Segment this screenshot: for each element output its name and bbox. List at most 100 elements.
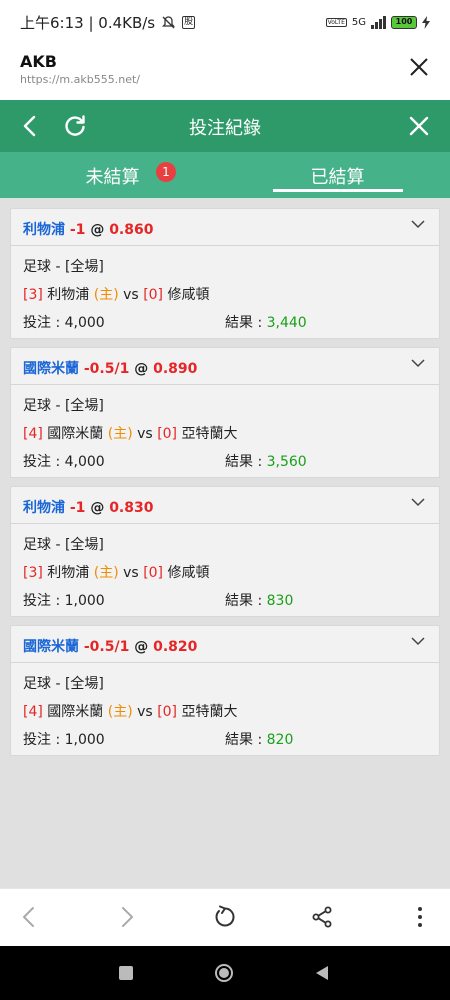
bet-card: 利物浦 -1 @ 0.860 足球 - [全場] [3] 利物浦 (主) vs …	[10, 208, 440, 339]
close-icon[interactable]	[408, 56, 430, 78]
bet-card-body: 足球 - [全場] [3] 利物浦 (主) vs [0] 修咸頓 投注 : 4,…	[11, 246, 439, 350]
recent-apps-icon[interactable]	[116, 963, 136, 983]
status-time-speed: 上午6:13 | 0.4KB/s	[20, 13, 156, 32]
bet-at: @	[90, 500, 105, 516]
bet-handicap: -0.5/1	[83, 361, 130, 377]
bet-sport: 足球 - [全場]	[23, 398, 104, 414]
result-value: 830	[266, 593, 294, 609]
network-type-label: 5G	[351, 16, 366, 28]
tab-unsettled[interactable]: 未結算 1	[0, 152, 225, 198]
away-score: [0]	[143, 565, 164, 581]
bet-match: [3] 利物浦 (主) vs [0] 修咸頓	[23, 284, 427, 312]
home-score: [4]	[23, 704, 43, 720]
home-tag: (主)	[93, 565, 119, 581]
home-icon[interactable]	[214, 963, 234, 983]
bet-handicap: -0.5/1	[83, 639, 130, 655]
away-team: 亞特蘭大	[181, 704, 238, 720]
bet-sport: 足球 - [全場]	[23, 259, 104, 275]
chevron-down-icon[interactable]	[411, 497, 425, 507]
bet-card: 國際米蘭 -0.5/1 @ 0.820 足球 - [全場] [4] 國際米蘭 (…	[10, 625, 440, 756]
tab-settled[interactable]: 已結算	[225, 152, 450, 198]
result-value: 3,560	[266, 454, 307, 470]
bet-match: [3] 利物浦 (主) vs [0] 修咸頓	[23, 562, 427, 590]
bet-match: [4] 國際米蘭 (主) vs [0] 亞特蘭大	[23, 423, 427, 451]
unsettled-count-badge: 1	[156, 162, 176, 182]
site-title: AKB	[20, 52, 57, 71]
chevron-down-icon[interactable]	[411, 636, 425, 646]
bet-card-header[interactable]: 國際米蘭 -0.5/1 @ 0.820	[11, 626, 439, 663]
result-label: 結果 :	[225, 315, 263, 331]
stake-label: 投注 :	[23, 315, 61, 331]
home-team: 國際米蘭	[47, 704, 104, 720]
bet-card-body: 足球 - [全場] [4] 國際米蘭 (主) vs [0] 亞特蘭大 投注 : …	[11, 385, 439, 489]
stake-value: 1,000	[64, 732, 105, 748]
home-score: [4]	[23, 426, 43, 442]
signal-icon	[371, 15, 386, 29]
home-team: 利物浦	[47, 565, 90, 581]
bet-card-header[interactable]: 利物浦 -1 @ 0.860	[11, 209, 439, 246]
reload-icon[interactable]	[212, 905, 236, 929]
bet-card-header[interactable]: 國際米蘭 -0.5/1 @ 0.890	[11, 348, 439, 385]
bet-team: 利物浦	[23, 500, 65, 516]
bet-sport: 足球 - [全場]	[23, 537, 104, 553]
stock-icon: 股	[182, 15, 196, 29]
result-value: 820	[266, 732, 294, 748]
chevron-down-icon[interactable]	[411, 219, 425, 229]
bet-amounts: 投注 : 1,000 結果 : 820	[23, 729, 427, 757]
browser-back-icon[interactable]	[18, 905, 42, 929]
browser-bottom-nav	[0, 888, 450, 946]
stake-label: 投注 :	[23, 593, 61, 609]
more-options-icon[interactable]	[408, 905, 432, 929]
home-team: 利物浦	[47, 287, 90, 303]
vs-label: vs	[123, 287, 139, 303]
bet-at: @	[134, 639, 149, 655]
system-back-icon[interactable]	[312, 963, 332, 983]
vs-label: vs	[123, 565, 139, 581]
browser-url-bar: AKB https://m.akb555.net/	[0, 44, 450, 100]
result-label: 結果 :	[225, 593, 263, 609]
close-page-icon[interactable]	[406, 113, 432, 139]
home-tag: (主)	[107, 426, 133, 442]
site-url[interactable]: https://m.akb555.net/	[20, 73, 430, 86]
vs-label: vs	[137, 426, 153, 442]
bet-match: [4] 國際米蘭 (主) vs [0] 亞特蘭大	[23, 701, 427, 729]
page-header: 投注紀錄	[0, 100, 450, 152]
result-value: 3,440	[266, 315, 307, 331]
tab-settled-label: 已結算	[310, 167, 365, 188]
volte-icon: VoLTE	[325, 17, 347, 27]
away-score: [0]	[157, 426, 178, 442]
result-label: 結果 :	[225, 732, 263, 748]
bell-off-icon	[162, 15, 176, 28]
bet-odds: 0.860	[109, 222, 154, 238]
share-icon[interactable]	[310, 905, 334, 929]
stake-value: 1,000	[64, 593, 105, 609]
home-tag: (主)	[107, 704, 133, 720]
status-bar: 上午6:13 | 0.4KB/s 股 VoLTE 5G 100	[0, 0, 450, 44]
away-score: [0]	[157, 704, 178, 720]
bet-odds: 0.890	[153, 361, 198, 377]
bet-handicap: -1	[69, 222, 86, 238]
bet-odds: 0.820	[153, 639, 198, 655]
active-tab-indicator	[273, 189, 403, 192]
browser-forward-icon[interactable]	[114, 905, 138, 929]
stake-label: 投注 :	[23, 454, 61, 470]
home-team: 國際米蘭	[47, 426, 104, 442]
tab-bar: 未結算 1 已結算	[0, 152, 450, 198]
bet-card-header[interactable]: 利物浦 -1 @ 0.830	[11, 487, 439, 524]
bet-sport: 足球 - [全場]	[23, 676, 104, 692]
page-title: 投注紀錄	[189, 118, 261, 139]
bet-team: 利物浦	[23, 222, 65, 238]
battery-icon: 100	[391, 15, 417, 29]
bet-handicap: -1	[69, 500, 86, 516]
away-score: [0]	[143, 287, 164, 303]
bet-team: 國際米蘭	[23, 361, 79, 377]
stake-value: 4,000	[64, 315, 105, 331]
system-nav-bar	[0, 946, 450, 1000]
chevron-down-icon[interactable]	[411, 358, 425, 368]
away-team: 亞特蘭大	[181, 426, 238, 442]
away-team: 修咸頓	[167, 565, 210, 581]
result-label: 結果 :	[225, 454, 263, 470]
bet-amounts: 投注 : 4,000 結果 : 3,440	[23, 312, 427, 340]
bet-card-body: 足球 - [全場] [3] 利物浦 (主) vs [0] 修咸頓 投注 : 1,…	[11, 524, 439, 628]
bet-card: 國際米蘭 -0.5/1 @ 0.890 足球 - [全場] [4] 國際米蘭 (…	[10, 347, 440, 478]
